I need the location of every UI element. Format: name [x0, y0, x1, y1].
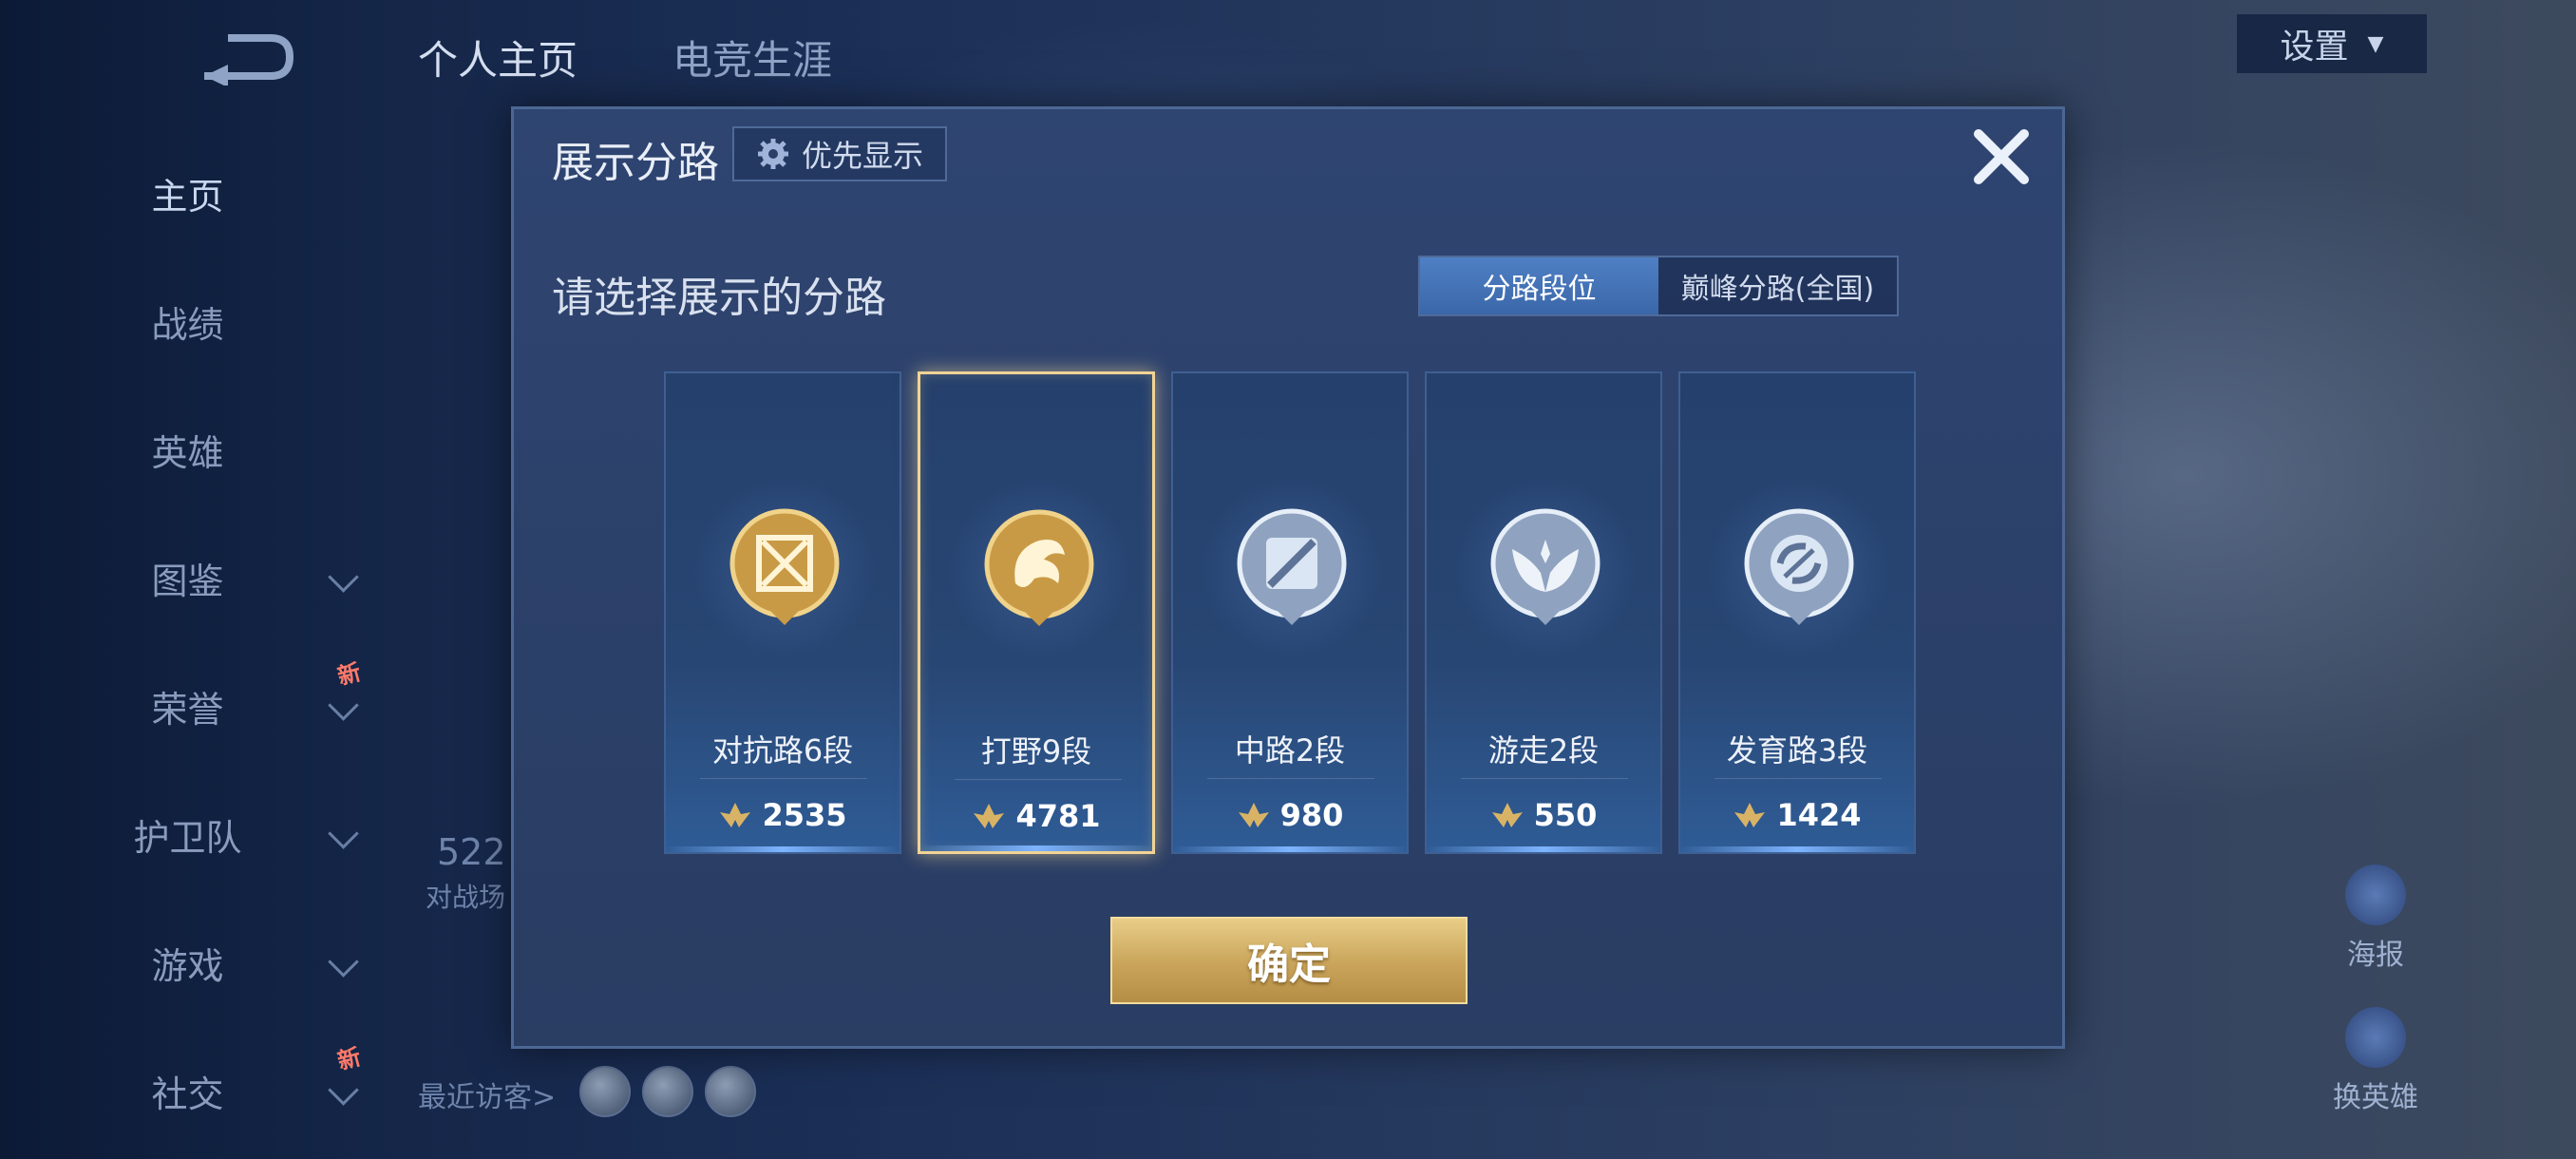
lane-card-label: 发育路3段 [1726, 732, 1868, 769]
rank-points-icon [1734, 803, 1766, 827]
change-hero-label: 换英雄 [2333, 1081, 2418, 1114]
rank-points-icon [1491, 803, 1523, 827]
rank-points-icon [974, 804, 1005, 828]
slash-icon [1237, 508, 1347, 625]
dragon-icon [984, 509, 1094, 626]
sidebar-item-heroes[interactable]: 英雄 [0, 411, 375, 487]
card-bottom-glow [1427, 846, 1660, 852]
confirm-button[interactable]: 确定 [1110, 917, 1468, 1004]
tab-lane-rank[interactable]: 分路段位 [1420, 257, 1658, 314]
avatar[interactable] [705, 1066, 756, 1117]
poster-icon [2345, 864, 2406, 925]
card-divider [1207, 778, 1374, 779]
lane-card-top[interactable]: 对抗路6段 2535 [664, 371, 901, 854]
score-value: 4781 [1015, 798, 1101, 834]
sidebar-item-games[interactable]: 游戏 [0, 924, 375, 1000]
score-value: 550 [1533, 797, 1598, 833]
lane-card-farm[interactable]: 发育路3段 1424 [1678, 371, 1916, 854]
lane-card-label: 中路2段 [1234, 732, 1346, 769]
lane-view-toggle: 分路段位 巅峰分路(全国) [1418, 256, 1899, 316]
score-value: 980 [1279, 797, 1344, 833]
sidebar-item-label: 主页 [151, 175, 224, 218]
close-icon[interactable] [1967, 123, 2036, 191]
sidebar-item-label: 英雄 [151, 431, 224, 474]
avatar[interactable] [579, 1066, 631, 1117]
lane-card-label: 对抗路6段 [711, 732, 854, 769]
card-bottom-glow [1680, 846, 1914, 852]
sidebar-item-label: 护卫队 [133, 816, 242, 859]
lane-card-label: 游走2段 [1487, 732, 1600, 769]
lane-card-label: 打野9段 [980, 733, 1092, 770]
sidebar-item-label: 战绩 [151, 303, 224, 346]
priority-display-button[interactable]: 优先显示 [732, 126, 947, 181]
card-divider [955, 779, 1122, 780]
poster-label: 海报 [2347, 939, 2404, 972]
settings-button[interactable]: 设置 ▼ [2237, 14, 2427, 73]
card-divider [700, 778, 867, 779]
tab-profile[interactable]: 个人主页 [418, 28, 578, 86]
back-icon[interactable] [195, 28, 299, 86]
lane-card-mid[interactable]: 中路2段 980 [1171, 371, 1409, 854]
change-hero-icon [2345, 1007, 2406, 1068]
score-value: 1424 [1776, 797, 1862, 833]
sidebar-item-label: 荣誉 [151, 688, 224, 731]
gear-icon [757, 139, 788, 169]
sidebar-item-label: 图鉴 [151, 560, 224, 602]
left-sidebar: 主页 战绩 英雄 图鉴 荣誉 新 护卫队 游戏 社交 新 [0, 0, 375, 1159]
lane-card-roam[interactable]: 游走2段 550 [1425, 371, 1662, 854]
lane-display-dialog: 展示分路 优先显示 请选择展示的分路 分路段位 巅峰分路(全国) 对抗路6段 2… [511, 106, 2065, 1049]
tab-peak-lane-national[interactable]: 巅峰分路(全国) [1658, 257, 1897, 314]
lane-card-score: 2535 [666, 797, 900, 833]
dialog-subtitle: 请选择展示的分路 [552, 274, 886, 322]
sidebar-item-codex[interactable]: 图鉴 [0, 540, 375, 616]
card-bottom-glow [1173, 846, 1407, 852]
card-bottom-glow [666, 846, 900, 852]
card-divider [1461, 778, 1628, 779]
change-hero-button[interactable]: 换英雄 [2333, 1007, 2418, 1115]
rank-points-icon [720, 803, 751, 827]
priority-display-label: 优先显示 [801, 138, 923, 174]
battle-count: 522 [437, 831, 506, 873]
battle-count-label: 对战场 [426, 882, 506, 913]
lane-card-score: 980 [1173, 797, 1407, 833]
sidebar-item-label: 社交 [151, 1073, 224, 1115]
sidebar-item-label: 游戏 [151, 944, 224, 987]
avatar[interactable] [642, 1066, 693, 1117]
chevron-down-icon: ▼ [2367, 31, 2384, 56]
lane-card-score: 550 [1427, 797, 1660, 833]
rank-points-icon [1238, 803, 1269, 827]
settings-label: 设置 [2280, 28, 2349, 66]
lane-card-jungle[interactable]: 打野9段 4781 [918, 371, 1155, 854]
sword-icon [729, 508, 840, 625]
dialog-title: 展示分路 [552, 139, 719, 187]
sidebar-item-guard[interactable]: 护卫队 [0, 796, 375, 872]
sidebar-item-social[interactable]: 社交 [0, 1053, 375, 1129]
sidebar-item-records[interactable]: 战绩 [0, 283, 375, 359]
recent-visitors-link[interactable]: 最近访客> [418, 1074, 556, 1115]
sidebar-item-home[interactable]: 主页 [0, 155, 375, 231]
score-value: 2535 [762, 797, 847, 833]
target-icon [1744, 508, 1854, 625]
lane-card-score: 4781 [920, 798, 1152, 834]
card-bottom-glow [920, 846, 1152, 851]
sidebar-item-honor[interactable]: 荣誉 [0, 668, 375, 744]
tab-esports[interactable]: 电竞生涯 [672, 28, 832, 86]
poster-button[interactable]: 海报 [2333, 864, 2418, 973]
card-divider [1714, 778, 1882, 779]
lane-card-score: 1424 [1680, 797, 1914, 833]
top-tabs: 个人主页 电竞生涯 [418, 28, 832, 86]
wings-icon [1490, 508, 1601, 625]
